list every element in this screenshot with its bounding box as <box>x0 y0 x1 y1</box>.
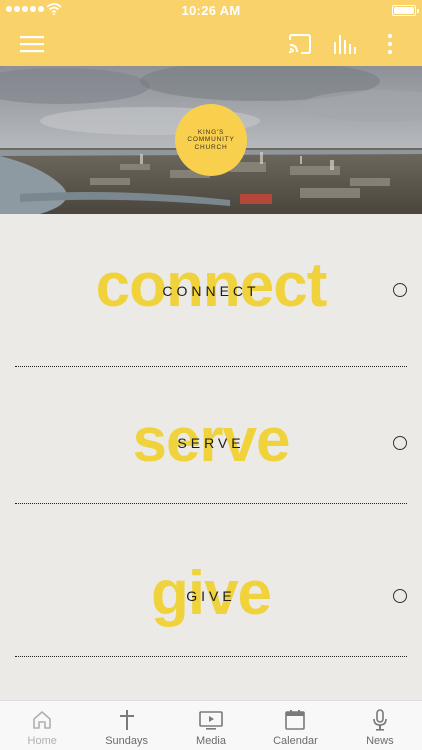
tab-calendar-label: Calendar <box>273 735 318 747</box>
status-bar: 10:26 AM <box>0 0 422 22</box>
more-vertical-icon <box>387 33 393 55</box>
tab-media[interactable]: Media <box>169 701 253 750</box>
give-label: GIVE <box>186 588 236 604</box>
tab-news[interactable]: News <box>338 701 422 750</box>
more-options-button[interactable] <box>372 22 408 66</box>
give-radio[interactable] <box>393 589 407 603</box>
tab-media-label: Media <box>196 735 226 747</box>
church-logo: KING'S COMMUNITY CHURCH <box>175 104 247 176</box>
logo-line-3: CHURCH <box>194 143 228 151</box>
tab-bar: Home Sundays Media Calendar News <box>0 700 422 750</box>
tab-sundays[interactable]: Sundays <box>84 701 168 750</box>
play-screen-icon <box>199 711 223 730</box>
home-icon <box>33 711 52 729</box>
status-time: 10:26 AM <box>181 3 241 18</box>
serve-section[interactable]: serve SERVE <box>0 351 422 504</box>
battery-icon <box>392 5 419 16</box>
logo-line-1: KING'S <box>197 128 225 136</box>
serve-label: SERVE <box>177 435 245 451</box>
hamburger-icon <box>20 36 44 53</box>
equalizer-icon <box>334 35 356 54</box>
hero-banner: KING'S COMMUNITY CHURCH <box>0 66 422 214</box>
cast-icon <box>289 34 311 54</box>
give-section[interactable]: give GIVE <box>0 504 422 657</box>
connect-section[interactable]: connect CONNECT <box>0 214 422 367</box>
tab-home-label: Home <box>27 735 57 747</box>
tab-news-label: News <box>366 735 394 747</box>
cross-icon <box>119 710 134 730</box>
connect-radio[interactable] <box>393 283 407 297</box>
cast-button[interactable] <box>282 22 318 66</box>
microphone-icon <box>373 709 387 731</box>
calendar-icon <box>285 710 306 730</box>
serve-radio[interactable] <box>393 436 407 450</box>
connect-label: CONNECT <box>162 283 260 299</box>
divider <box>15 656 407 657</box>
tab-home[interactable]: Home <box>0 701 84 750</box>
tab-sundays-label: Sundays <box>105 735 149 747</box>
audio-levels-button[interactable] <box>327 22 363 66</box>
tab-calendar[interactable]: Calendar <box>253 701 337 750</box>
nav-bar <box>0 22 422 66</box>
logo-line-2: COMMUNITY <box>187 136 235 144</box>
menu-button[interactable] <box>12 22 52 66</box>
